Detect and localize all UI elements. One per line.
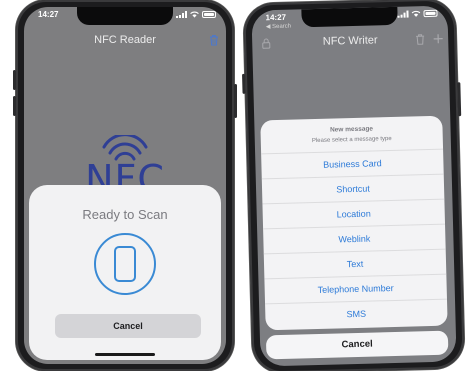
reader-screen: 14:27 NFC Reader NFC Ready to Scan Cance… <box>24 7 226 364</box>
wifi-icon <box>411 10 421 17</box>
status-icons <box>176 11 216 18</box>
trash-icon[interactable] <box>414 33 426 45</box>
phone-nfc-writer: 14:27 ◀ Search NFC Writer New message Pl… <box>242 0 465 371</box>
status-time: 14:27 <box>265 12 287 23</box>
plus-icon[interactable] <box>432 33 444 45</box>
back-to-search-link[interactable]: ◀ Search <box>266 23 291 31</box>
status-bar: 14:27 <box>38 10 216 22</box>
trash-icon[interactable] <box>208 34 220 46</box>
cancel-button[interactable]: Cancel <box>55 314 201 338</box>
signal-icon <box>397 10 409 18</box>
status-icons <box>397 9 438 18</box>
option-sms[interactable]: SMS <box>265 300 448 330</box>
power-button <box>234 84 237 118</box>
power-button <box>457 82 462 117</box>
lock-icon[interactable] <box>260 37 272 49</box>
message-type-sheet: New message Please select a message type… <box>260 115 448 331</box>
writer-navbar: NFC Writer <box>252 27 449 54</box>
scan-title: Ready to Scan <box>82 207 168 222</box>
writer-screen: 14:27 ◀ Search NFC Writer New message Pl… <box>251 5 457 367</box>
signal-icon <box>176 11 187 18</box>
volume-down-button <box>13 96 16 116</box>
wifi-icon <box>190 11 199 18</box>
reader-navbar: NFC Reader <box>24 29 226 51</box>
battery-icon <box>202 11 216 18</box>
sheet-header: New message Please select a message type <box>260 115 444 155</box>
phone-outline-icon <box>114 246 136 282</box>
battery-icon <box>423 9 438 18</box>
cancel-button[interactable]: Cancel <box>265 330 449 360</box>
volume-up-button <box>242 73 246 94</box>
status-time: 14:27 <box>38 10 59 19</box>
status-bar: 14:27 ◀ Search <box>265 9 438 30</box>
ready-to-scan-sheet: Ready to Scan Cancel <box>29 185 221 360</box>
home-indicator <box>95 353 155 356</box>
volume-up-button <box>13 70 16 90</box>
page-title: NFC Writer <box>322 34 378 48</box>
page-title: NFC Reader <box>94 34 156 46</box>
phone-nfc-reader: 14:27 NFC Reader NFC Ready to Scan Cance… <box>13 0 237 371</box>
